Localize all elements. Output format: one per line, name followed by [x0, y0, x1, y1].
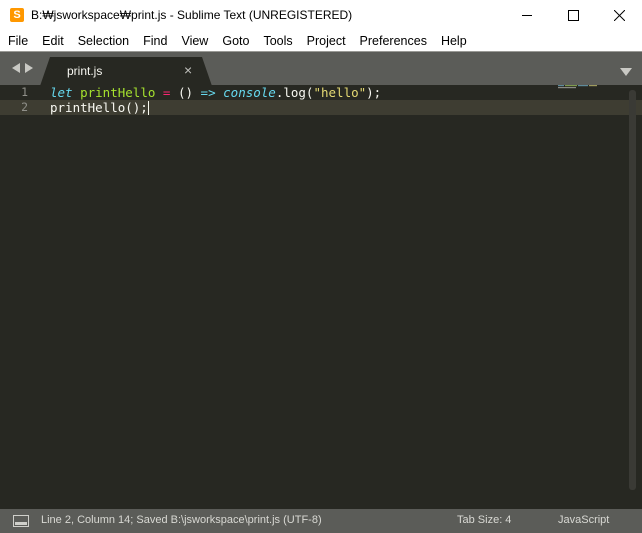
title-bar: S B:₩jsworkspace₩print.js - Sublime Text…	[0, 0, 642, 31]
menu-preferences[interactable]: Preferences	[353, 31, 434, 51]
menu-goto[interactable]: Goto	[215, 31, 256, 51]
code-line[interactable]: printHello();	[50, 100, 149, 115]
code-token: let	[50, 85, 73, 100]
code-token: "hello"	[313, 85, 367, 100]
close-button[interactable]	[596, 0, 642, 31]
code-token: );	[366, 85, 382, 100]
gutter: 1 2	[0, 85, 40, 509]
menu-edit[interactable]: Edit	[35, 31, 71, 51]
code-token: .log(	[275, 85, 314, 100]
maximize-icon	[567, 10, 579, 21]
menu-help[interactable]: Help	[434, 31, 474, 51]
line-number: 1	[21, 85, 28, 99]
sublime-icon: S	[10, 8, 24, 22]
nav-right-icon	[25, 63, 33, 73]
tab-print-js[interactable]: print.js ×	[40, 57, 212, 86]
menu-view[interactable]: View	[174, 31, 215, 51]
menu-find[interactable]: Find	[136, 31, 174, 51]
nav-right-button[interactable]	[24, 61, 34, 75]
window-title: B:₩jsworkspace₩print.js - Sublime Text (…	[31, 8, 353, 22]
close-icon	[613, 10, 625, 21]
tab-dropdown-button[interactable]	[620, 63, 632, 76]
tab-label: print.js	[67, 64, 103, 78]
menu-bar: File Edit Selection Find View Goto Tools…	[0, 31, 642, 51]
line-number: 2	[21, 100, 28, 114]
vertical-scrollbar[interactable]	[629, 90, 636, 490]
status-message: Line 2, Column 14; Saved B:\jsworkspace\…	[41, 514, 322, 526]
panel-toggle-icon[interactable]	[13, 515, 29, 527]
tab-bar: print.js ×	[0, 51, 642, 86]
code-line[interactable]: let printHello = () => console.log("hell…	[50, 85, 381, 100]
nav-left-button[interactable]	[11, 61, 21, 75]
nav-left-icon	[12, 63, 20, 73]
menu-file[interactable]: File	[0, 31, 35, 51]
text-cursor	[147, 100, 149, 115]
code-token: ()	[170, 85, 201, 100]
minimize-icon	[521, 15, 532, 16]
minimap[interactable]	[558, 85, 598, 89]
code-token: console	[223, 85, 276, 100]
editor[interactable]: 1 2 let printHello = () => console.log("…	[0, 85, 642, 509]
tab-size-indicator[interactable]: Tab Size: 4	[457, 514, 511, 526]
menu-project[interactable]: Project	[300, 31, 353, 51]
tab-dropdown-icon	[620, 68, 632, 76]
code-token: =>	[200, 85, 216, 100]
code-token: printHello	[80, 85, 156, 100]
status-bar: Line 2, Column 14; Saved B:\jsworkspace\…	[0, 509, 642, 533]
syntax-indicator[interactable]: JavaScript	[558, 514, 609, 526]
menu-selection[interactable]: Selection	[71, 31, 136, 51]
minimize-button[interactable]	[504, 0, 550, 31]
maximize-button[interactable]	[550, 0, 596, 31]
tab-close-icon[interactable]: ×	[184, 63, 194, 77]
code-token: printHello();	[50, 100, 148, 115]
menu-tools[interactable]: Tools	[256, 31, 299, 51]
